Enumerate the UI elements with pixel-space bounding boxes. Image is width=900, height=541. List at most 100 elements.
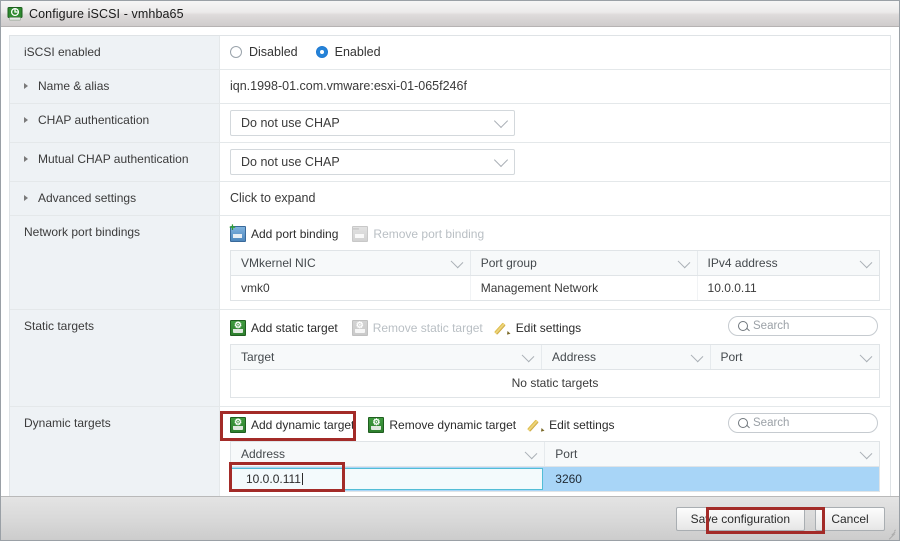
mutual-chap-select[interactable]: Do not use CHAP — [230, 149, 515, 175]
chevron-down-icon[interactable] — [859, 349, 873, 362]
column-label: Port — [555, 447, 578, 461]
edit-dynamic-settings-button[interactable]: Edit settings — [530, 418, 614, 432]
chevron-down-icon[interactable] — [493, 152, 509, 168]
remove-target-icon: ⚙ — [368, 417, 385, 433]
label-network-port-bindings: Network port bindings — [10, 216, 220, 309]
value-advanced-settings[interactable]: Click to expand — [220, 182, 890, 215]
chevron-down-icon[interactable] — [859, 446, 873, 459]
add-target-icon: ⚙ — [230, 320, 246, 336]
resize-grip-icon[interactable] — [886, 528, 897, 540]
iscsi-adapter-icon — [7, 6, 23, 22]
radio-enabled[interactable]: Enabled — [315, 45, 381, 59]
label-static-targets: Static targets — [10, 310, 220, 406]
iscsi-settings-form: iSCSI enabled Disabled Enabled Name & al… — [9, 35, 891, 496]
pencil-icon — [497, 321, 511, 335]
column-header-ipv4-address[interactable]: IPv4 address — [698, 251, 879, 275]
chap-select[interactable]: Do not use CHAP — [230, 110, 515, 136]
configure-iscsi-dialog: Configure iSCSI - vmhba65 iSCSI enabled … — [0, 0, 900, 541]
expand-caret-icon[interactable] — [24, 117, 32, 123]
label-name-alias[interactable]: Name & alias — [10, 70, 220, 103]
column-label: Port group — [480, 256, 537, 270]
column-header-address[interactable]: Address — [231, 442, 546, 466]
label-text: Network port bindings — [24, 225, 141, 239]
column-header-port[interactable]: Port — [545, 442, 879, 466]
add-target-icon: ⚙ — [230, 417, 246, 433]
dynamic-address-input[interactable]: 10.0.0.111 — [231, 468, 544, 490]
chevron-down-icon[interactable] — [493, 113, 509, 129]
label-advanced-settings[interactable]: Advanced settings — [10, 182, 220, 215]
add-port-binding-label: Add port binding — [251, 227, 339, 241]
add-static-target-button[interactable]: ⚙ Add static target — [230, 320, 338, 336]
add-port-binding-button[interactable]: + Add port binding — [229, 223, 339, 242]
row-name-alias: Name & alias iqn.1998-01.com.vmware:esxi… — [10, 70, 890, 104]
cell-port-group: Management Network — [471, 276, 698, 300]
remove-nic-icon: – — [352, 222, 369, 242]
chevron-down-icon[interactable] — [524, 446, 538, 459]
dynamic-address-value: 10.0.0.111 — [246, 472, 301, 486]
expand-caret-icon[interactable] — [24, 156, 32, 162]
search-placeholder: Search — [753, 320, 790, 332]
row-static-targets: Static targets ⚙ Add static target ⚙ Rem… — [10, 310, 890, 407]
remove-port-binding-label: Remove port binding — [373, 227, 485, 241]
row-mutual-chap-authentication: Mutual CHAP authentication Do not use CH… — [10, 143, 890, 182]
remove-static-target-label: Remove static target — [372, 321, 483, 335]
radio-disabled-indicator[interactable] — [230, 46, 242, 58]
static-targets-empty-message: No static targets — [231, 370, 879, 397]
column-header-port[interactable]: Port — [711, 345, 880, 369]
label-mutual-chap-authentication[interactable]: Mutual CHAP authentication — [10, 143, 220, 181]
edit-static-settings-button[interactable]: Edit settings — [497, 321, 581, 335]
label-iscsi-enabled: iSCSI enabled — [10, 36, 220, 69]
column-label: Address — [241, 447, 286, 461]
table-header: Address Port — [231, 442, 879, 467]
label-text: Advanced settings — [38, 191, 137, 205]
expand-caret-icon[interactable] — [24, 195, 32, 201]
dialog-body: iSCSI enabled Disabled Enabled Name & al… — [1, 27, 899, 496]
save-configuration-button[interactable]: Save configuration — [675, 506, 805, 531]
column-header-vmkernel-nic[interactable]: VMkernel NIC — [231, 251, 471, 275]
add-dynamic-target-button[interactable]: ⚙ Add dynamic target — [230, 417, 354, 433]
chevron-down-icon[interactable] — [450, 255, 464, 268]
row-network-port-bindings: Network port bindings + Add port binding… — [10, 216, 890, 310]
cell-port: 3260 — [555, 472, 582, 486]
label-chap-authentication[interactable]: CHAP authentication — [10, 104, 220, 142]
radio-disabled[interactable]: Disabled — [230, 45, 298, 59]
row-iscsi-enabled: iSCSI enabled Disabled Enabled — [10, 36, 890, 70]
column-header-target[interactable]: Target — [231, 345, 543, 369]
table-row[interactable]: vmk0 Management Network 10.0.0.11 — [231, 276, 879, 300]
static-targets-toolbar: ⚙ Add static target ⚙ Remove static targ… — [230, 316, 880, 338]
table-header: Target Address Port — [231, 345, 879, 370]
remove-dynamic-target-label: Remove dynamic target — [389, 418, 517, 432]
remove-target-icon: ⚙ — [351, 320, 368, 336]
column-label: Port — [720, 350, 743, 364]
label-text: iSCSI enabled — [24, 45, 101, 59]
pencil-icon — [530, 418, 544, 432]
cancel-button[interactable]: Cancel — [815, 506, 885, 531]
row-advanced-settings: Advanced settings Click to expand — [10, 182, 890, 216]
dynamic-targets-search-input[interactable]: Search — [728, 413, 878, 433]
chevron-down-icon[interactable] — [859, 255, 873, 268]
search-placeholder: Search — [753, 417, 790, 429]
window-title: Configure iSCSI - vmhba65 — [29, 6, 184, 21]
dialog-footer: Save configuration Cancel — [1, 496, 899, 540]
expand-caret-icon[interactable] — [24, 83, 32, 89]
column-header-address[interactable]: Address — [542, 345, 711, 369]
cell-ipv4-address: 10.0.0.11 — [707, 281, 757, 295]
column-header-port-group[interactable]: Port group — [471, 251, 698, 275]
label-text: Static targets — [24, 319, 95, 333]
add-static-target-label: Add static target — [251, 321, 338, 335]
table-row[interactable]: 10.0.0.111 3260 — [231, 467, 879, 491]
chevron-down-icon[interactable] — [677, 255, 690, 268]
chevron-down-icon[interactable] — [690, 349, 703, 362]
label-text: CHAP authentication — [38, 113, 150, 127]
remove-dynamic-target-button[interactable]: ⚙ Remove dynamic target — [368, 417, 516, 433]
edit-dynamic-settings-label: Edit settings — [549, 418, 615, 432]
chevron-down-icon[interactable] — [521, 349, 535, 362]
cell-vmkernel-nic: vmk0 — [231, 276, 471, 300]
row-dynamic-targets: Dynamic targets ⚙ Add dynamic target ⚙ R… — [10, 407, 890, 496]
cell-address[interactable]: 10.0.0.111 — [231, 467, 545, 491]
advanced-expand-link[interactable]: Click to expand — [230, 190, 880, 206]
static-targets-search-input[interactable]: Search — [728, 316, 878, 336]
port-bindings-toolbar: + Add port binding – Remove port binding — [229, 222, 880, 244]
radio-enabled-indicator[interactable] — [315, 46, 328, 58]
search-icon — [738, 418, 748, 428]
